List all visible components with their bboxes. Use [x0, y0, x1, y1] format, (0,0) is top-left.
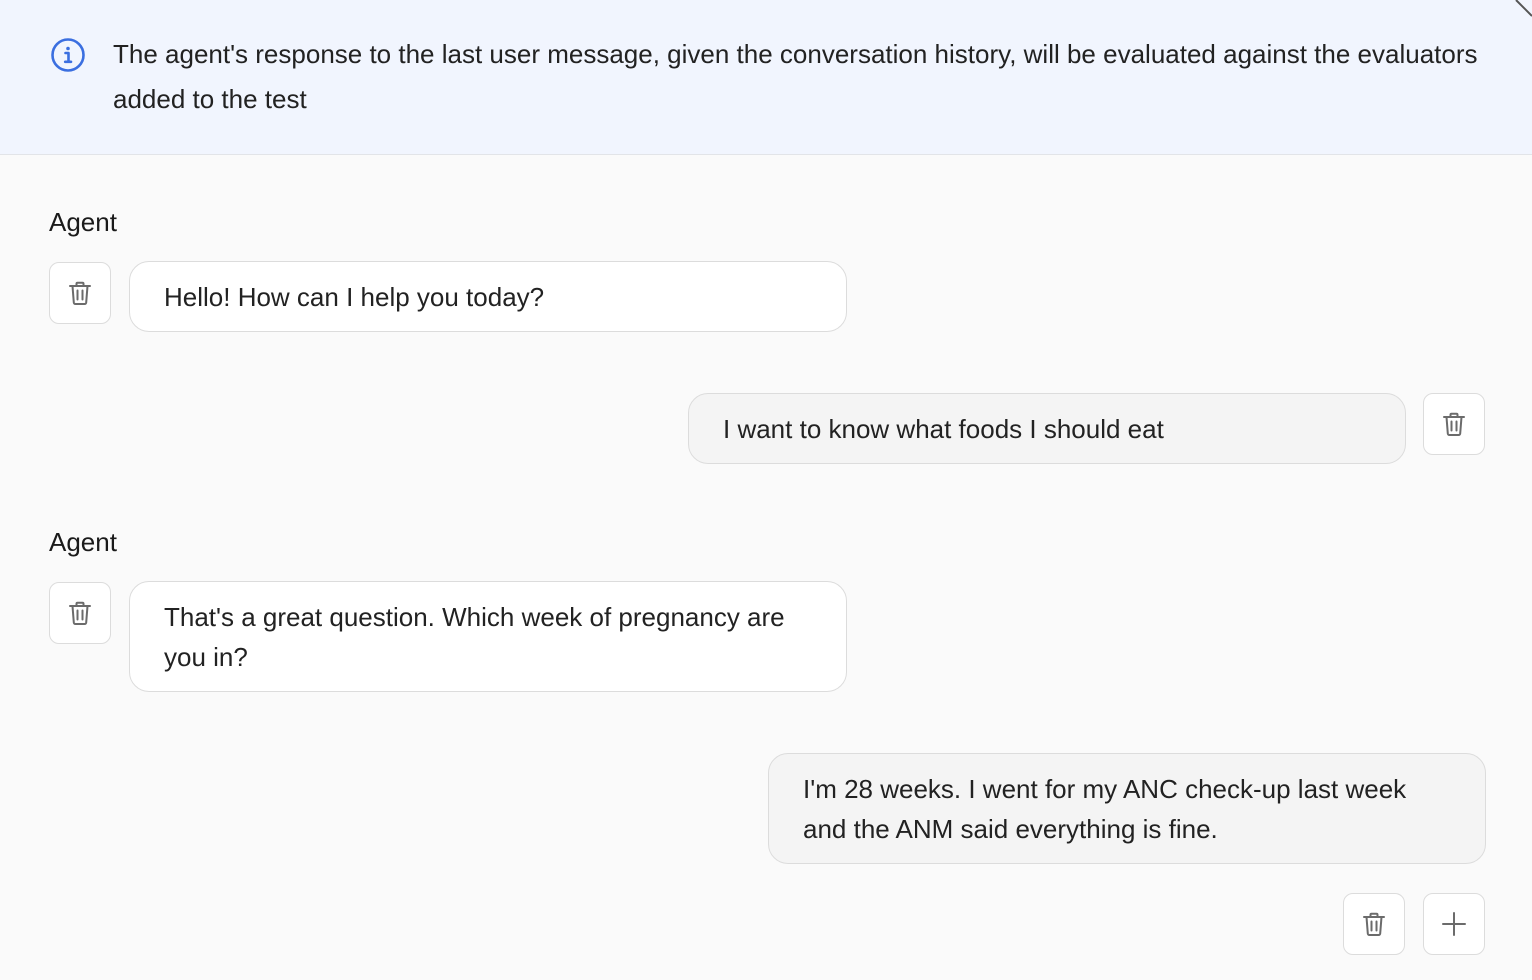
corner-resize-icon: [1514, 0, 1532, 18]
message-text: I want to know what foods I should eat: [723, 414, 1164, 444]
trash-icon: [66, 279, 94, 307]
delete-message-button[interactable]: [1423, 393, 1485, 455]
message-text: I'm 28 weeks. I went for my ANC check-up…: [803, 774, 1407, 844]
add-message-button[interactable]: [1423, 893, 1485, 955]
user-message-bubble[interactable]: I'm 28 weeks. I went for my ANC check-up…: [768, 753, 1486, 864]
delete-message-button[interactable]: [49, 582, 111, 644]
delete-message-button[interactable]: [1343, 893, 1405, 955]
agent-role-label: Agent: [49, 527, 117, 557]
message-text: That's a great question. Which week of p…: [164, 602, 785, 672]
plus-icon: [1442, 912, 1466, 936]
message-text: Hello! How can I help you today?: [164, 282, 545, 312]
info-banner: The agent's response to the last user me…: [0, 0, 1532, 155]
info-circle-icon: [50, 37, 86, 73]
user-message-bubble[interactable]: I want to know what foods I should eat: [688, 393, 1406, 464]
agent-message-bubble[interactable]: Hello! How can I help you today?: [129, 261, 847, 332]
delete-message-button[interactable]: [49, 262, 111, 324]
trash-icon: [66, 599, 94, 627]
agent-role-label: Agent: [49, 207, 117, 237]
info-banner-text: The agent's response to the last user me…: [113, 39, 1478, 114]
trash-icon: [1440, 410, 1468, 438]
trash-icon: [1360, 910, 1388, 938]
agent-message-bubble[interactable]: That's a great question. Which week of p…: [129, 581, 847, 692]
